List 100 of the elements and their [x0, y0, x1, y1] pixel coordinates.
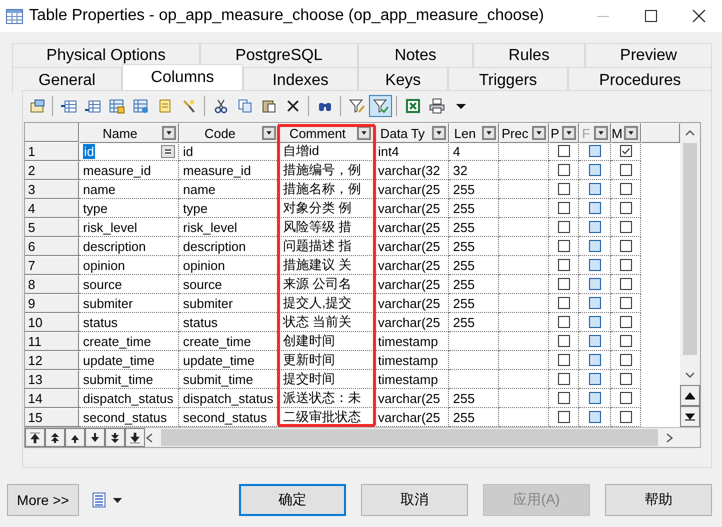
- checkbox[interactable]: [620, 278, 632, 290]
- checkbox[interactable]: [588, 145, 600, 157]
- ellipsis-button[interactable]: [161, 144, 175, 158]
- checkbox[interactable]: [558, 145, 570, 157]
- table-cell: 255: [449, 256, 499, 275]
- checkbox[interactable]: [588, 240, 600, 252]
- scroll-top-button[interactable]: [680, 385, 700, 406]
- checkbox[interactable]: [620, 316, 632, 328]
- scrollbar-thumb[interactable]: [683, 143, 697, 355]
- tab[interactable]: Physical Options: [12, 43, 200, 67]
- table-cell: varchar(25: [374, 199, 449, 218]
- move-down-button[interactable]: [85, 428, 105, 447]
- checkbox[interactable]: [588, 183, 600, 195]
- dropdown-icon[interactable]: [432, 126, 446, 140]
- scroll-top-icon: [685, 392, 695, 400]
- checkbox[interactable]: [588, 316, 600, 328]
- checkbox[interactable]: [620, 164, 632, 176]
- dialog-button[interactable]: 帮助: [605, 484, 712, 516]
- column-header[interactable]: M: [611, 123, 641, 143]
- checkbox[interactable]: [558, 335, 570, 347]
- close-icon[interactable]: [692, 9, 706, 23]
- column-header[interactable]: Prec: [499, 123, 549, 143]
- checkbox[interactable]: [588, 297, 600, 309]
- tab[interactable]: Rules: [473, 43, 585, 67]
- checkbox[interactable]: [558, 164, 570, 176]
- checkbox[interactable]: [620, 145, 632, 157]
- checkbox[interactable]: [588, 373, 600, 385]
- table-cell: 问题描述 指: [279, 237, 374, 256]
- checkbox[interactable]: [558, 183, 570, 195]
- checkbox[interactable]: [558, 240, 570, 252]
- column-header[interactable]: P: [549, 123, 579, 143]
- dropdown-icon[interactable]: [624, 126, 638, 140]
- checkbox[interactable]: [620, 221, 632, 233]
- move-bottom-icon: [129, 432, 141, 444]
- checkbox[interactable]: [558, 278, 570, 290]
- checkbox[interactable]: [588, 202, 600, 214]
- checkbox[interactable]: [558, 221, 570, 233]
- checkbox[interactable]: [588, 411, 600, 423]
- tab[interactable]: Preview: [585, 43, 712, 67]
- checkbox[interactable]: [588, 164, 600, 176]
- checkbox[interactable]: [588, 278, 600, 290]
- scroll-up-icon[interactable]: [685, 130, 695, 136]
- checkbox[interactable]: [558, 297, 570, 309]
- checkbox[interactable]: [558, 316, 570, 328]
- page-up-icon: [49, 432, 61, 444]
- scroll-left-icon[interactable]: [145, 432, 153, 442]
- checkbox[interactable]: [558, 354, 570, 366]
- dropdown-icon[interactable]: [357, 126, 371, 140]
- maximize-icon[interactable]: [644, 9, 658, 23]
- move-bottom-button[interactable]: [125, 428, 145, 447]
- page-up-button[interactable]: [45, 428, 65, 447]
- checkbox[interactable]: [620, 373, 632, 385]
- dialog-button[interactable]: 确定: [239, 484, 346, 516]
- column-header[interactable]: Len: [449, 123, 499, 143]
- checkbox[interactable]: [588, 392, 600, 404]
- checkbox[interactable]: [620, 354, 632, 366]
- checkbox[interactable]: [620, 240, 632, 252]
- checkbox[interactable]: [620, 335, 632, 347]
- checkbox[interactable]: [588, 221, 600, 233]
- checkbox[interactable]: [620, 183, 632, 195]
- tab[interactable]: PostgreSQL: [200, 43, 358, 67]
- scroll-bottom-button[interactable]: [680, 406, 700, 427]
- row-number: 5: [25, 218, 79, 237]
- checkbox[interactable]: [558, 392, 570, 404]
- table-cell: update_time: [79, 351, 179, 370]
- table-cell: submiter: [179, 294, 279, 313]
- checkbox[interactable]: [620, 297, 632, 309]
- dropdown-icon[interactable]: [262, 126, 276, 140]
- tab[interactable]: Notes: [358, 43, 473, 67]
- move-top-button[interactable]: [25, 428, 45, 447]
- checkbox[interactable]: [588, 335, 600, 347]
- checkbox[interactable]: [620, 259, 632, 271]
- checkbox[interactable]: [620, 392, 632, 404]
- toolbar-button[interactable]: [369, 95, 392, 117]
- dropdown-icon[interactable]: [482, 126, 496, 140]
- checkbox[interactable]: [588, 354, 600, 366]
- selected-text[interactable]: id: [83, 144, 96, 158]
- column-header[interactable]: Name: [79, 123, 179, 143]
- scrollbar-thumb[interactable]: [161, 429, 658, 446]
- dialog-button[interactable]: 取消: [361, 484, 468, 516]
- dropdown-icon[interactable]: [162, 126, 176, 140]
- column-header[interactable]: Data Ty: [374, 123, 449, 143]
- checkbox[interactable]: [558, 259, 570, 271]
- checkbox[interactable]: [558, 202, 570, 214]
- column-header[interactable]: Code: [179, 123, 279, 143]
- scroll-down-icon[interactable]: [685, 372, 695, 378]
- tab[interactable]: General: [12, 67, 122, 93]
- checkbox[interactable]: [620, 202, 632, 214]
- page-down-button[interactable]: [105, 428, 125, 447]
- checkbox[interactable]: [588, 259, 600, 271]
- checkbox[interactable]: [558, 373, 570, 385]
- dropdown-icon[interactable]: [532, 126, 546, 140]
- dropdown-icon[interactable]: [562, 126, 576, 140]
- more-button[interactable]: More >>: [7, 484, 79, 516]
- move-up-button[interactable]: [65, 428, 85, 447]
- checkbox[interactable]: [558, 411, 570, 423]
- scroll-right-icon[interactable]: [666, 432, 674, 442]
- checkbox[interactable]: [620, 411, 632, 423]
- tab[interactable]: Columns: [122, 64, 243, 90]
- row-number: 15: [25, 408, 79, 427]
